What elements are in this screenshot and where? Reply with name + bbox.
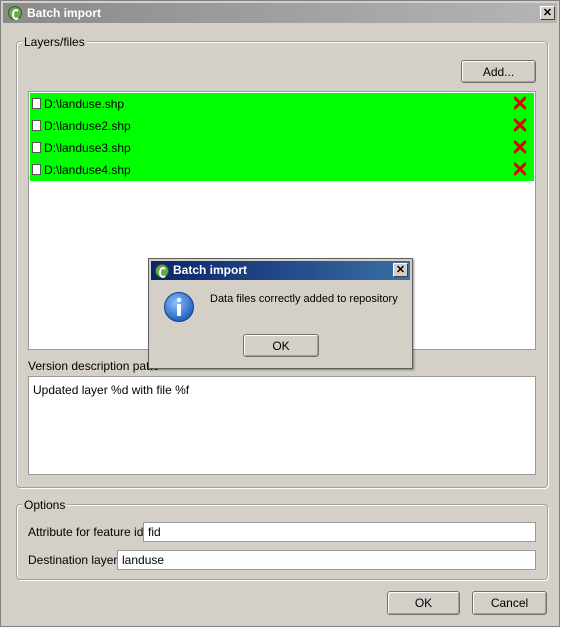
red-x-icon[interactable] — [514, 162, 526, 176]
options-group-title: Options — [22, 498, 68, 512]
feature-id-input[interactable]: fid — [143, 522, 536, 542]
dialog-close-button[interactable]: ✕ — [393, 263, 408, 277]
red-x-icon[interactable] — [514, 140, 526, 154]
feature-id-label: Attribute for feature id — [28, 525, 144, 539]
qgis-icon — [155, 264, 169, 278]
qgis-icon — [8, 6, 22, 20]
file-path: D:\landuse3.shp — [44, 141, 131, 155]
file-icon — [32, 164, 41, 175]
file-row-3[interactable]: D:\landuse3.shp — [30, 137, 534, 159]
file-row-1[interactable]: D:\landuse.shp — [30, 93, 534, 115]
layers-files-group-title: Layers/files — [22, 35, 87, 49]
file-path: D:\landuse.shp — [44, 97, 125, 111]
dialog-titlebar[interactable]: Batch import ✕ — [151, 261, 410, 280]
file-row-4[interactable]: D:\landuse4.shp — [30, 159, 534, 181]
destination-layer-input[interactable]: landuse — [117, 550, 536, 570]
window-title: Batch import — [27, 6, 102, 20]
ok-button[interactable]: OK — [387, 591, 460, 615]
dialog-message: Data files correctly added to repository — [210, 293, 398, 305]
info-icon — [164, 292, 194, 322]
file-row-2[interactable]: D:\landuse2.shp — [30, 115, 534, 137]
batch-import-window: Batch import ✕ Layers/files Add... D:\la… — [0, 0, 560, 627]
message-dialog: Batch import ✕ Data files correctly adde… — [148, 258, 413, 369]
window-close-button[interactable]: ✕ — [540, 6, 555, 20]
cancel-button[interactable]: Cancel — [472, 591, 547, 615]
file-path: D:\landuse4.shp — [44, 163, 131, 177]
dialog-ok-button[interactable]: OK — [243, 334, 319, 357]
file-icon — [32, 142, 41, 153]
add-button[interactable]: Add... — [461, 60, 536, 83]
red-x-icon[interactable] — [514, 118, 526, 132]
version-description-label: Version description patte — [28, 359, 160, 373]
red-x-icon[interactable] — [514, 96, 526, 110]
version-description-textarea[interactable]: Updated layer %d with file %f — [28, 376, 536, 475]
destination-layer-label: Destination layer: — [28, 553, 121, 567]
file-icon — [32, 120, 41, 131]
file-icon — [32, 98, 41, 109]
dialog-title: Batch import — [173, 263, 248, 277]
window-titlebar[interactable]: Batch import ✕ — [3, 3, 557, 23]
file-path: D:\landuse2.shp — [44, 119, 131, 133]
